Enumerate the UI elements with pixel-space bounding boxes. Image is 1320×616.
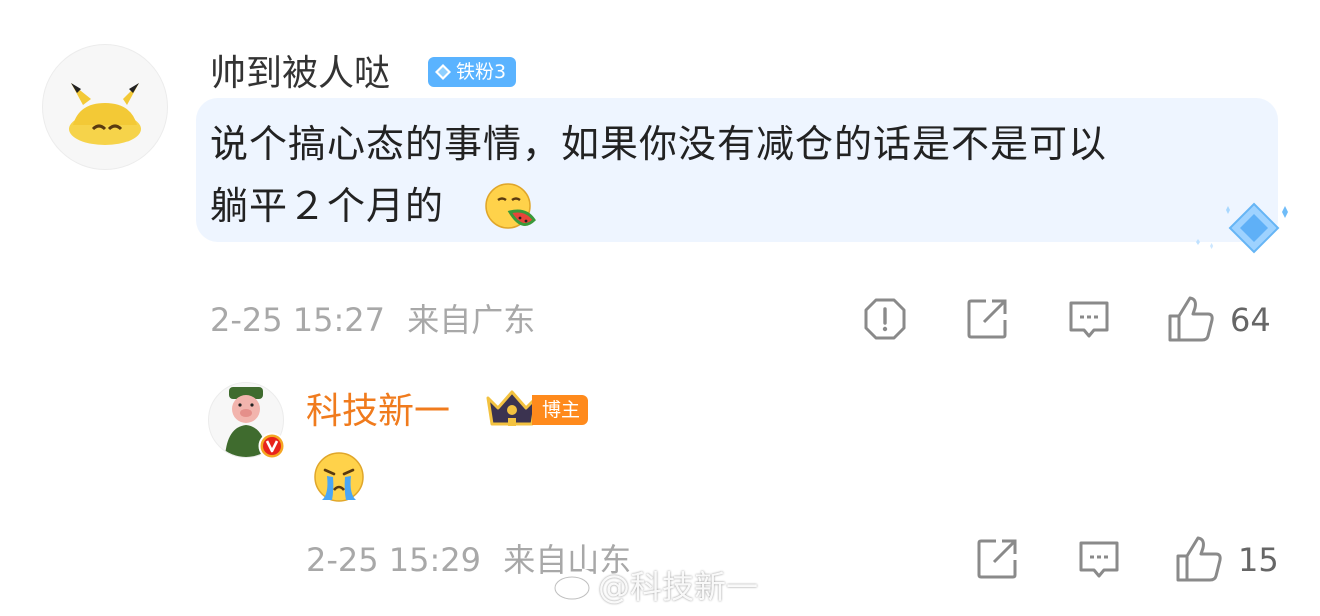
thumbs-up-icon [1176, 536, 1222, 582]
repost-button[interactable] [964, 296, 1010, 342]
reply-like-button[interactable] [1174, 534, 1224, 584]
comment-time: 2-25 15:27 [210, 301, 386, 339]
fan-badge-label: 铁粉3 [456, 61, 507, 83]
comment-icon [1069, 301, 1109, 338]
weibo-logo-icon [552, 566, 596, 602]
reply-repost-button[interactable] [974, 536, 1020, 582]
reply-comment-button[interactable] [1076, 538, 1122, 582]
watermark-text: @科技新一 [598, 568, 759, 606]
blogger-name[interactable]: 科技新一 [306, 390, 450, 434]
like-button[interactable] [1166, 294, 1216, 344]
commenter-name[interactable]: 帅到被人哒 [210, 52, 390, 96]
reply-time: 2-25 15:29 [306, 541, 482, 579]
thumbs-up-icon [1168, 296, 1214, 342]
crying-emoji-icon [312, 450, 366, 504]
comment-icon [1079, 541, 1119, 578]
reply-like-count: 15 [1238, 541, 1279, 579]
watermelon-emoji-icon [482, 180, 538, 234]
report-button[interactable] [862, 296, 908, 342]
shield-report-icon [864, 298, 906, 340]
verified-badge-icon [258, 432, 286, 460]
commenter-avatar[interactable] [42, 44, 168, 170]
diamond-icon [435, 64, 451, 80]
like-count: 64 [1230, 301, 1271, 339]
blogger-role-badge: 博主 [532, 395, 589, 425]
comment-text-line-1: 说个搞心态的事情，如果你没有减仓的话是不是可以 [210, 122, 1108, 166]
share-edit-icon [967, 299, 1007, 339]
fan-level-badge[interactable]: 铁粉3 [428, 57, 517, 87]
comment-meta: 2-25 15:27 来自广东 [210, 300, 535, 340]
comment-location: 来自广东 [407, 301, 536, 339]
comment-text-line-2: 躺平２个月的 [210, 184, 445, 228]
share-edit-icon [977, 539, 1017, 579]
reply-button[interactable] [1066, 298, 1112, 342]
fan-sparkle-diamond-icon [1180, 198, 1296, 258]
